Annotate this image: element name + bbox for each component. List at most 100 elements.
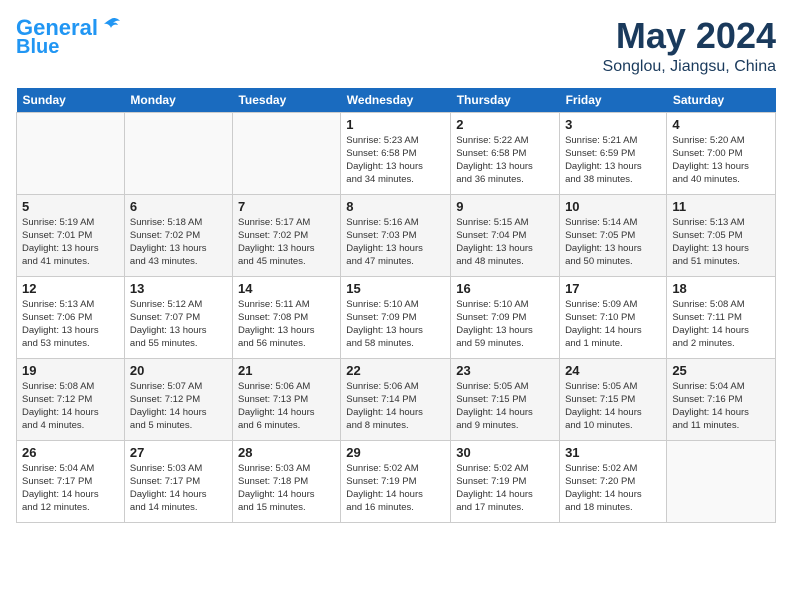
day-number: 19 — [22, 363, 119, 378]
calendar-day-cell: 6Sunrise: 5:18 AM Sunset: 7:02 PM Daylig… — [124, 194, 232, 276]
day-number: 23 — [456, 363, 554, 378]
day-info: Sunrise: 5:05 AM Sunset: 7:15 PM Dayligh… — [565, 380, 661, 433]
day-number: 27 — [130, 445, 227, 460]
day-info: Sunrise: 5:02 AM Sunset: 7:19 PM Dayligh… — [456, 462, 554, 515]
calendar-day-cell: 9Sunrise: 5:15 AM Sunset: 7:04 PM Daylig… — [451, 194, 560, 276]
calendar-day-cell: 7 Sunrise: 5:17 AM Sunset: 7:02 PM Daylig… — [232, 194, 340, 276]
day-info: Sunrise: 5:07 AM Sunset: 7:12 PM Dayligh… — [130, 380, 227, 433]
calendar-week-row: 19 Sunrise: 5:08 AM Sunset: 7:12 PM Dayli… — [17, 358, 776, 440]
day-number: 30 — [456, 445, 554, 460]
calendar-day-cell: 27 Sunrise: 5:03 AM Sunset: 7:17 PM Dayli… — [124, 440, 232, 522]
day-info: Sunrise: 5:22 AM Sunset: 6:58 PM Dayligh… — [456, 134, 554, 187]
weekday-header-monday: Monday — [124, 88, 232, 113]
logo-blue: Blue — [16, 36, 59, 58]
day-number: 20 — [130, 363, 227, 378]
calendar-day-cell: 21 Sunrise: 5:06 AM Sunset: 7:13 PM Dayli… — [232, 358, 340, 440]
day-number: 4 — [672, 117, 770, 132]
day-number: 16 — [456, 281, 554, 296]
day-number: 31 — [565, 445, 661, 460]
day-info: Sunrise: 5:11 AM Sunset: 7:08 PM Dayligh… — [238, 298, 335, 351]
calendar-day-cell: 17 Sunrise: 5:09 AM Sunset: 7:10 PM Dayli… — [560, 276, 667, 358]
weekday-header-tuesday: Tuesday — [232, 88, 340, 113]
day-number: 10 — [565, 199, 661, 214]
day-info: Sunrise: 5:20 AM Sunset: 7:00 PM Dayligh… — [672, 134, 770, 187]
calendar-week-row: 5Sunrise: 5:19 AM Sunset: 7:01 PM Daylig… — [17, 194, 776, 276]
day-number: 6 — [130, 199, 227, 214]
day-info: Sunrise: 5:13 AM Sunset: 7:05 PM Dayligh… — [672, 216, 770, 269]
day-info: Sunrise: 5:09 AM Sunset: 7:10 PM Dayligh… — [565, 298, 661, 351]
day-info: Sunrise: 5:10 AM Sunset: 7:09 PM Dayligh… — [456, 298, 554, 351]
calendar-day-cell: 30 Sunrise: 5:02 AM Sunset: 7:19 PM Dayli… — [451, 440, 560, 522]
day-number: 13 — [130, 281, 227, 296]
day-number: 5 — [22, 199, 119, 214]
day-info: Sunrise: 5:03 AM Sunset: 7:17 PM Dayligh… — [130, 462, 227, 515]
calendar-day-cell: 8 Sunrise: 5:16 AM Sunset: 7:03 PM Daylig… — [341, 194, 451, 276]
calendar-day-cell: 14 Sunrise: 5:11 AM Sunset: 7:08 PM Dayli… — [232, 276, 340, 358]
day-info: Sunrise: 5:12 AM Sunset: 7:07 PM Dayligh… — [130, 298, 227, 351]
day-info: Sunrise: 5:08 AM Sunset: 7:11 PM Dayligh… — [672, 298, 770, 351]
day-info: Sunrise: 5:03 AM Sunset: 7:18 PM Dayligh… — [238, 462, 335, 515]
calendar-header-row: SundayMondayTuesdayWednesdayThursdayFrid… — [17, 88, 776, 113]
weekday-header-wednesday: Wednesday — [341, 88, 451, 113]
calendar-day-cell: 10 Sunrise: 5:14 AM Sunset: 7:05 PM Dayli… — [560, 194, 667, 276]
weekday-header-sunday: Sunday — [17, 88, 125, 113]
day-number: 12 — [22, 281, 119, 296]
day-info: Sunrise: 5:06 AM Sunset: 7:14 PM Dayligh… — [346, 380, 445, 433]
logo: General Blue — [16, 16, 122, 58]
weekday-header-saturday: Saturday — [667, 88, 776, 113]
day-info: Sunrise: 5:08 AM Sunset: 7:12 PM Dayligh… — [22, 380, 119, 433]
day-info: Sunrise: 5:16 AM Sunset: 7:03 PM Dayligh… — [346, 216, 445, 269]
day-info: Sunrise: 5:05 AM Sunset: 7:15 PM Dayligh… — [456, 380, 554, 433]
day-number: 11 — [672, 199, 770, 214]
calendar-day-cell: 15 Sunrise: 5:10 AM Sunset: 7:09 PM Dayli… — [341, 276, 451, 358]
day-number: 17 — [565, 281, 661, 296]
calendar-day-cell: 29 Sunrise: 5:02 AM Sunset: 7:19 PM Dayli… — [341, 440, 451, 522]
day-info: Sunrise: 5:21 AM Sunset: 6:59 PM Dayligh… — [565, 134, 661, 187]
calendar-day-cell: 13 Sunrise: 5:12 AM Sunset: 7:07 PM Dayli… — [124, 276, 232, 358]
day-number: 28 — [238, 445, 335, 460]
day-info: Sunrise: 5:14 AM Sunset: 7:05 PM Dayligh… — [565, 216, 661, 269]
day-number: 15 — [346, 281, 445, 296]
calendar-day-cell: 24 Sunrise: 5:05 AM Sunset: 7:15 PM Dayli… — [560, 358, 667, 440]
day-number: 7 — [238, 199, 335, 214]
day-info: Sunrise: 5:13 AM Sunset: 7:06 PM Dayligh… — [22, 298, 119, 351]
logo-bird-icon — [100, 15, 122, 37]
calendar-day-cell: 12 Sunrise: 5:13 AM Sunset: 7:06 PM Dayli… — [17, 276, 125, 358]
day-number: 29 — [346, 445, 445, 460]
day-number: 8 — [346, 199, 445, 214]
day-info: Sunrise: 5:04 AM Sunset: 7:17 PM Dayligh… — [22, 462, 119, 515]
page-header: General Blue May 2024 Songlou, Jiangsu, … — [16, 16, 776, 76]
day-number: 24 — [565, 363, 661, 378]
calendar-empty-cell — [232, 112, 340, 194]
day-info: Sunrise: 5:06 AM Sunset: 7:13 PM Dayligh… — [238, 380, 335, 433]
calendar-day-cell: 16 Sunrise: 5:10 AM Sunset: 7:09 PM Dayli… — [451, 276, 560, 358]
weekday-header-friday: Friday — [560, 88, 667, 113]
calendar-empty-cell — [124, 112, 232, 194]
day-info: Sunrise: 5:04 AM Sunset: 7:16 PM Dayligh… — [672, 380, 770, 433]
calendar-day-cell: 25Sunrise: 5:04 AM Sunset: 7:16 PM Dayli… — [667, 358, 776, 440]
day-number: 14 — [238, 281, 335, 296]
calendar-week-row: 1Sunrise: 5:23 AM Sunset: 6:58 PM Daylig… — [17, 112, 776, 194]
calendar-day-cell: 23 Sunrise: 5:05 AM Sunset: 7:15 PM Dayli… — [451, 358, 560, 440]
day-number: 9 — [456, 199, 554, 214]
calendar-day-cell: 20 Sunrise: 5:07 AM Sunset: 7:12 PM Dayli… — [124, 358, 232, 440]
calendar-empty-cell — [667, 440, 776, 522]
calendar-day-cell: 19 Sunrise: 5:08 AM Sunset: 7:12 PM Dayli… — [17, 358, 125, 440]
calendar-day-cell: 4 Sunrise: 5:20 AM Sunset: 7:00 PM Daylig… — [667, 112, 776, 194]
calendar-day-cell: 31Sunrise: 5:02 AM Sunset: 7:20 PM Dayli… — [560, 440, 667, 522]
calendar-week-row: 26 Sunrise: 5:04 AM Sunset: 7:17 PM Dayli… — [17, 440, 776, 522]
day-info: Sunrise: 5:02 AM Sunset: 7:19 PM Dayligh… — [346, 462, 445, 515]
calendar-day-cell: 26 Sunrise: 5:04 AM Sunset: 7:17 PM Dayli… — [17, 440, 125, 522]
location-subtitle: Songlou, Jiangsu, China — [603, 58, 776, 76]
calendar-day-cell: 28 Sunrise: 5:03 AM Sunset: 7:18 PM Dayli… — [232, 440, 340, 522]
calendar-day-cell: 3Sunrise: 5:21 AM Sunset: 6:59 PM Daylig… — [560, 112, 667, 194]
day-info: Sunrise: 5:17 AM Sunset: 7:02 PM Dayligh… — [238, 216, 335, 269]
day-number: 18 — [672, 281, 770, 296]
calendar-day-cell: 18 Sunrise: 5:08 AM Sunset: 7:11 PM Dayli… — [667, 276, 776, 358]
day-number: 26 — [22, 445, 119, 460]
day-number: 21 — [238, 363, 335, 378]
day-info: Sunrise: 5:10 AM Sunset: 7:09 PM Dayligh… — [346, 298, 445, 351]
month-year-title: May 2024 — [603, 16, 776, 56]
calendar-table: SundayMondayTuesdayWednesdayThursdayFrid… — [16, 88, 776, 523]
weekday-header-thursday: Thursday — [451, 88, 560, 113]
